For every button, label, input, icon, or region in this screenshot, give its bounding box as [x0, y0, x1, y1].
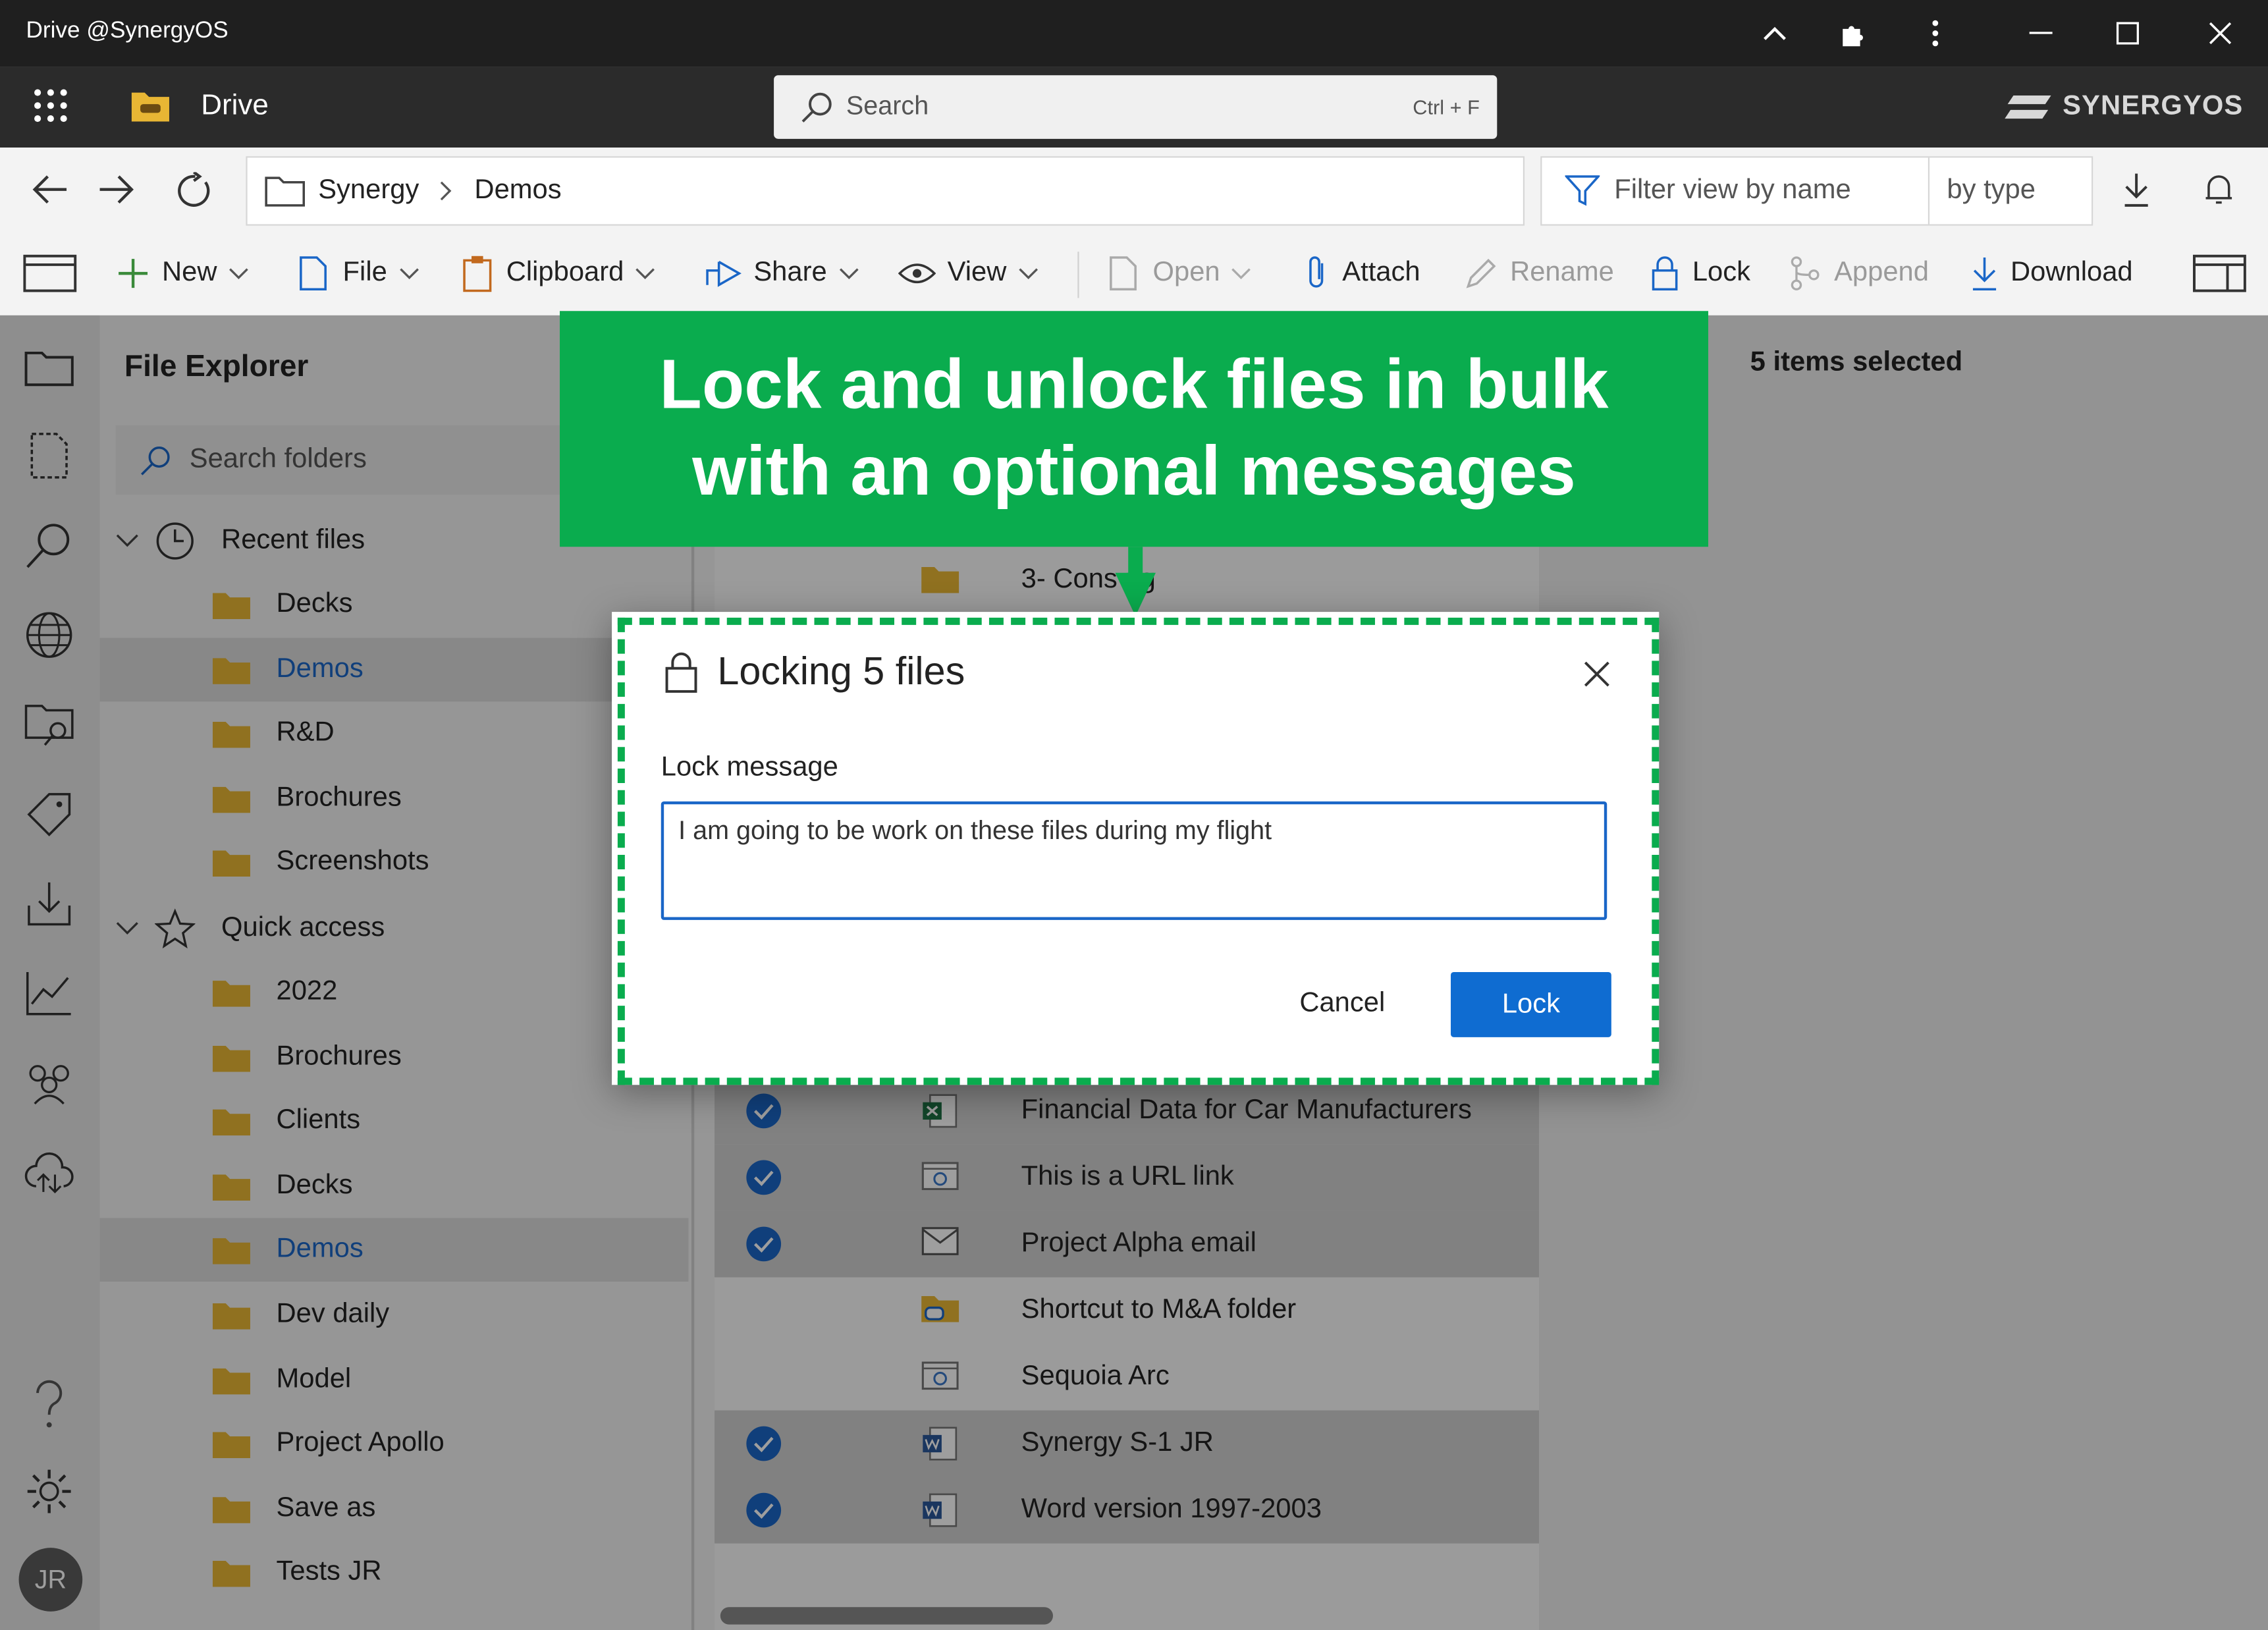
- filter-icon: [1565, 175, 1600, 207]
- lock-message-field[interactable]: I am going to be work on these files dur…: [661, 801, 1607, 920]
- window-titlebar: Drive @SynergyOS: [0, 0, 2268, 67]
- file-button[interactable]: File: [296, 252, 419, 295]
- view-button[interactable]: View: [898, 252, 1039, 295]
- brand-name: SYNERGYOS: [2063, 91, 2244, 122]
- maximize-icon[interactable]: [2109, 14, 2146, 52]
- minimize-icon[interactable]: [2022, 14, 2060, 52]
- file-label: File: [342, 257, 387, 288]
- address-row: Synergy Demos Filter view by name by typ…: [0, 148, 2268, 232]
- eye-icon: [898, 263, 936, 283]
- toggle-pane-icon[interactable]: [23, 252, 78, 295]
- folder-outline-icon: [265, 175, 306, 207]
- command-bar: New File Clipboard Share View Open Attac…: [0, 231, 2268, 317]
- share-label: Share: [753, 257, 827, 288]
- forward-icon[interactable]: [97, 174, 134, 205]
- chevron-down-icon: [635, 268, 655, 280]
- breadcrumb[interactable]: Synergy Demos: [246, 156, 1525, 226]
- app-launcher-icon[interactable]: [32, 87, 69, 124]
- rename-button[interactable]: Rename: [1464, 252, 1614, 295]
- banner-line-2: with an optional messages: [692, 433, 1576, 511]
- chevron-right-icon: [439, 179, 453, 202]
- promo-banner: Lock and unlock files in bulk with an op…: [560, 311, 1708, 547]
- details-pane-icon[interactable]: [2193, 252, 2248, 295]
- lock-icon: [1652, 256, 1678, 291]
- chevron-up-icon[interactable]: [1756, 14, 1793, 52]
- chevron-down-icon: [399, 268, 419, 280]
- close-icon[interactable]: [1582, 660, 1611, 689]
- back-icon[interactable]: [32, 174, 69, 205]
- share-button[interactable]: Share: [705, 252, 859, 295]
- lock-label: Lock: [1692, 257, 1750, 288]
- download-queue-icon[interactable]: [2120, 171, 2152, 208]
- open-label: Open: [1152, 257, 1220, 288]
- pencil-icon: [1466, 258, 1496, 288]
- filter-input[interactable]: Filter view by name: [1614, 175, 1850, 207]
- search-shortcut: Ctrl + F: [1413, 95, 1480, 119]
- file-icon: [300, 256, 327, 291]
- arrow-shaft: [1128, 547, 1143, 576]
- open-file-icon: [1110, 256, 1137, 291]
- more-options-icon[interactable]: [1916, 14, 1954, 52]
- lock-icon: [664, 651, 699, 694]
- window-title: Drive @SynergyOS: [26, 18, 229, 43]
- breadcrumb-item-synergy[interactable]: Synergy: [318, 175, 419, 207]
- cancel-button[interactable]: Cancel: [1273, 972, 1412, 1036]
- divider: [1928, 157, 1930, 225]
- brand-logo: SYNERGYOS: [2005, 91, 2243, 122]
- download-button[interactable]: Download: [1970, 252, 2133, 295]
- open-button[interactable]: Open: [1106, 252, 1252, 295]
- filter-type-select[interactable]: by type: [1947, 175, 2036, 207]
- extensions-icon[interactable]: [1835, 14, 1873, 52]
- download-label: Download: [2011, 257, 2133, 288]
- append-icon: [1791, 256, 1820, 290]
- breadcrumb-item-demos[interactable]: Demos: [474, 175, 561, 207]
- chevron-down-icon: [229, 268, 248, 280]
- clipboard-button[interactable]: Clipboard: [460, 252, 655, 295]
- append-button[interactable]: Append: [1788, 252, 1929, 295]
- filter-box[interactable]: Filter view by name by type: [1540, 156, 2093, 226]
- dialog-title: Locking 5 files: [717, 649, 965, 693]
- lock-button[interactable]: Lock: [1649, 252, 1750, 295]
- bell-icon[interactable]: [2203, 171, 2234, 208]
- refresh-icon[interactable]: [176, 172, 214, 209]
- lock-confirm-button[interactable]: Lock: [1451, 972, 1611, 1037]
- search-input[interactable]: Search: [846, 91, 929, 121]
- search-icon: [800, 90, 835, 124]
- paperclip-icon: [1309, 256, 1324, 288]
- new-button[interactable]: New: [116, 252, 249, 295]
- rename-label: Rename: [1510, 257, 1614, 288]
- close-window-icon[interactable]: [2201, 14, 2239, 52]
- chevron-down-icon: [839, 268, 858, 280]
- search-box[interactable]: Search Ctrl + F: [774, 75, 1498, 139]
- divider: [1077, 252, 1079, 298]
- banner-line-1: Lock and unlock files in bulk: [659, 347, 1609, 424]
- drive-logo-icon: [130, 88, 171, 123]
- view-label: View: [947, 257, 1007, 288]
- clipboard-label: Clipboard: [506, 257, 624, 288]
- new-label: New: [162, 257, 217, 288]
- chevron-down-icon: [1232, 268, 1251, 280]
- app-name: Drive: [201, 90, 269, 122]
- share-icon: [706, 261, 742, 287]
- clipboard-icon: [463, 256, 492, 292]
- arrow-down-icon: [1115, 572, 1156, 616]
- attach-label: Attach: [1342, 257, 1420, 288]
- attach-button[interactable]: Attach: [1302, 252, 1420, 295]
- plus-icon: [119, 259, 148, 288]
- lock-message-label: Lock message: [661, 752, 838, 783]
- chevron-down-icon: [1018, 268, 1038, 280]
- download-icon: [1972, 257, 1997, 291]
- append-label: Append: [1834, 257, 1929, 288]
